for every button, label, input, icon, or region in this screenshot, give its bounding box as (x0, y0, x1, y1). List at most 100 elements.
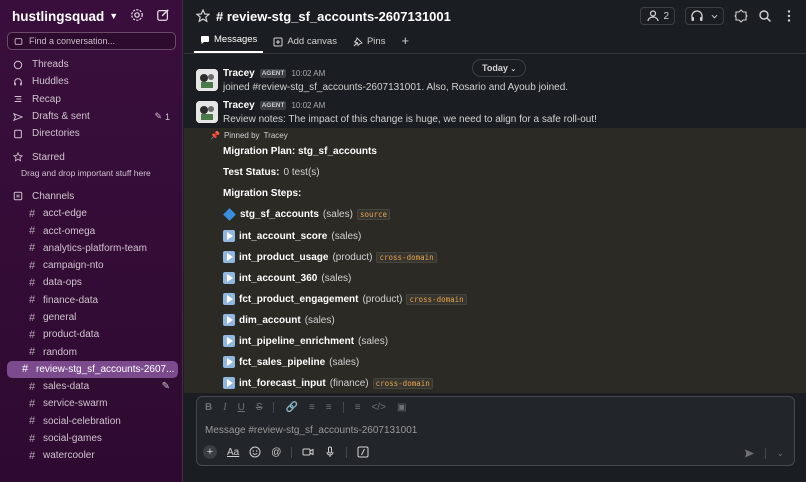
channel-item[interactable]: # finance-data (7, 292, 178, 309)
channel-item[interactable]: # social-celebration (7, 413, 178, 430)
recap-icon (12, 93, 24, 105)
channel-item[interactable]: # product-data (7, 326, 178, 343)
microphone-icon[interactable] (324, 446, 336, 458)
channel-label: acct-edge (43, 208, 87, 220)
step-domain: (product) (332, 251, 373, 263)
message-time[interactable]: 10:02 AM (291, 101, 325, 110)
nav-item-threads[interactable]: Threads (0, 56, 182, 73)
message-input[interactable]: Message #review-stg_sf_accounts-26071310… (205, 425, 417, 436)
send-icon (12, 111, 24, 123)
channel-title[interactable]: # review-stg_sf_accounts-2607131001 (216, 9, 451, 24)
step-name: dim_account (239, 314, 301, 326)
migration-step: int_product_usage (product) cross-domain (223, 251, 437, 263)
chevron-down-icon[interactable]: ▼ (109, 11, 118, 21)
search-input[interactable]: Find a conversation... (7, 32, 176, 50)
tab-messages[interactable]: Messages (194, 34, 264, 53)
link-icon[interactable]: 🔗 (285, 402, 297, 413)
integrations-icon[interactable] (734, 9, 748, 23)
code-icon[interactable]: </> (371, 402, 385, 413)
drafts-count-value: 1 (164, 111, 170, 122)
gear-icon[interactable] (130, 8, 144, 25)
channel-item[interactable]: # analytics-platform-team (7, 240, 178, 257)
add-tab-button[interactable]: + (395, 33, 415, 53)
nav-item-recap[interactable]: Recap (0, 91, 182, 108)
step-domain: (sales) (322, 209, 353, 220)
channel-item[interactable]: # campaign-nto (7, 257, 178, 274)
message-author[interactable]: Tracey (223, 68, 255, 79)
channel-item[interactable]: # service-swarm (7, 395, 178, 412)
tab-add-canvas[interactable]: Add canvas (267, 36, 343, 53)
channel-item[interactable]: # review-stg_sf_accounts-2607... (7, 360, 178, 379)
channel-item[interactable]: # random (7, 343, 178, 360)
date-label: Today (482, 63, 508, 73)
channel-item[interactable]: # general (7, 309, 178, 326)
underline-icon[interactable]: U (238, 402, 245, 413)
directory-icon (12, 128, 24, 140)
hash-icon: # (29, 397, 36, 410)
play-icon (223, 272, 235, 284)
huddle-button[interactable] (685, 7, 724, 25)
step-name: fct_sales_pipeline (239, 356, 326, 368)
nav-list: Threads Huddles Recap Drafts & sent ✎ 1 … (0, 56, 182, 142)
nav-label: Huddles (32, 76, 69, 88)
person-icon (647, 10, 660, 22)
channel-item[interactable]: # sales-data ✎ (7, 378, 178, 395)
star-icon[interactable] (196, 9, 210, 23)
channel-label: review-stg_sf_accounts-2607... (36, 363, 175, 375)
date-divider[interactable]: Today ⌄ (472, 59, 527, 77)
hash-icon: # (29, 207, 36, 220)
step-tag: source (356, 209, 391, 220)
search-icon[interactable] (758, 9, 772, 23)
message-composer[interactable]: B I U S 🔗 ≡ ≡ ≡ </> ▣ Message #review-st… (196, 396, 795, 466)
italic-icon[interactable]: I (223, 402, 226, 413)
send-icon[interactable] (744, 448, 755, 459)
slash-command-icon[interactable] (357, 446, 369, 458)
nav-item-drafts[interactable]: Drafts & sent ✎ 1 (0, 108, 182, 125)
channel-item[interactable]: # acct-edge (7, 205, 178, 222)
channel-item[interactable]: # social-games (7, 430, 178, 447)
members-button[interactable]: 2 (640, 7, 675, 25)
workspace-name[interactable]: hustlingsquad (12, 9, 104, 24)
avatar[interactable] (196, 69, 218, 91)
channel-label: finance-data (43, 294, 99, 306)
workspace-header[interactable]: hustlingsquad ▼ (0, 0, 182, 32)
bullet-list-icon[interactable]: ≡ (326, 402, 332, 413)
channel-label: random (43, 346, 77, 358)
channel-item[interactable]: # watercooler (7, 447, 178, 464)
emoji-icon[interactable] (249, 446, 261, 458)
nav-item-directories[interactable]: Directories (0, 125, 182, 142)
message-author[interactable]: Tracey (223, 100, 255, 111)
threads-icon (12, 59, 24, 71)
pinned-message[interactable]: 📌 Pinned by Tracey Migration Plan: stg_s… (184, 128, 806, 393)
chevron-down-icon[interactable] (710, 12, 719, 21)
video-icon[interactable] (302, 446, 314, 458)
strikethrough-icon[interactable]: S (256, 402, 263, 413)
nav-item-huddles[interactable]: Huddles (0, 73, 182, 90)
step-name: int_account_score (239, 230, 328, 242)
compose-icon[interactable] (156, 8, 170, 25)
hash-icon: # (29, 242, 36, 255)
chevron-down-icon[interactable]: ⌄ (776, 448, 784, 459)
channels-header[interactable]: Channels (0, 188, 182, 205)
pinned-by-name[interactable]: Tracey (264, 131, 288, 140)
hash-icon: # (29, 346, 36, 359)
channel-item[interactable]: # data-ops (7, 274, 178, 291)
migration-step: int_account_score (sales) (223, 230, 361, 242)
channels-label: Channels (32, 190, 75, 202)
avatar[interactable] (196, 101, 218, 123)
ordered-list-icon[interactable]: ≡ (309, 402, 315, 413)
tab-pins[interactable]: Pins (347, 36, 391, 53)
blockquote-icon[interactable]: ≡ (355, 402, 361, 413)
bold-icon[interactable]: B (205, 402, 212, 413)
draft-pencil-icon: ✎ (161, 381, 170, 393)
code-block-icon[interactable]: ▣ (397, 402, 406, 413)
starred-header[interactable]: Starred (0, 148, 182, 165)
more-icon[interactable] (782, 9, 796, 23)
attach-button[interactable]: + (203, 445, 217, 459)
message-time[interactable]: 10:02 AM (291, 69, 325, 78)
channel-item[interactable]: # acct-omega (7, 222, 178, 239)
format-toggle-button[interactable]: Aa (227, 447, 239, 458)
steps-label: Migration Steps: (223, 188, 302, 199)
mention-icon[interactable]: @ (271, 447, 281, 458)
starred-hint: Drag and drop important stuff here (21, 167, 151, 178)
